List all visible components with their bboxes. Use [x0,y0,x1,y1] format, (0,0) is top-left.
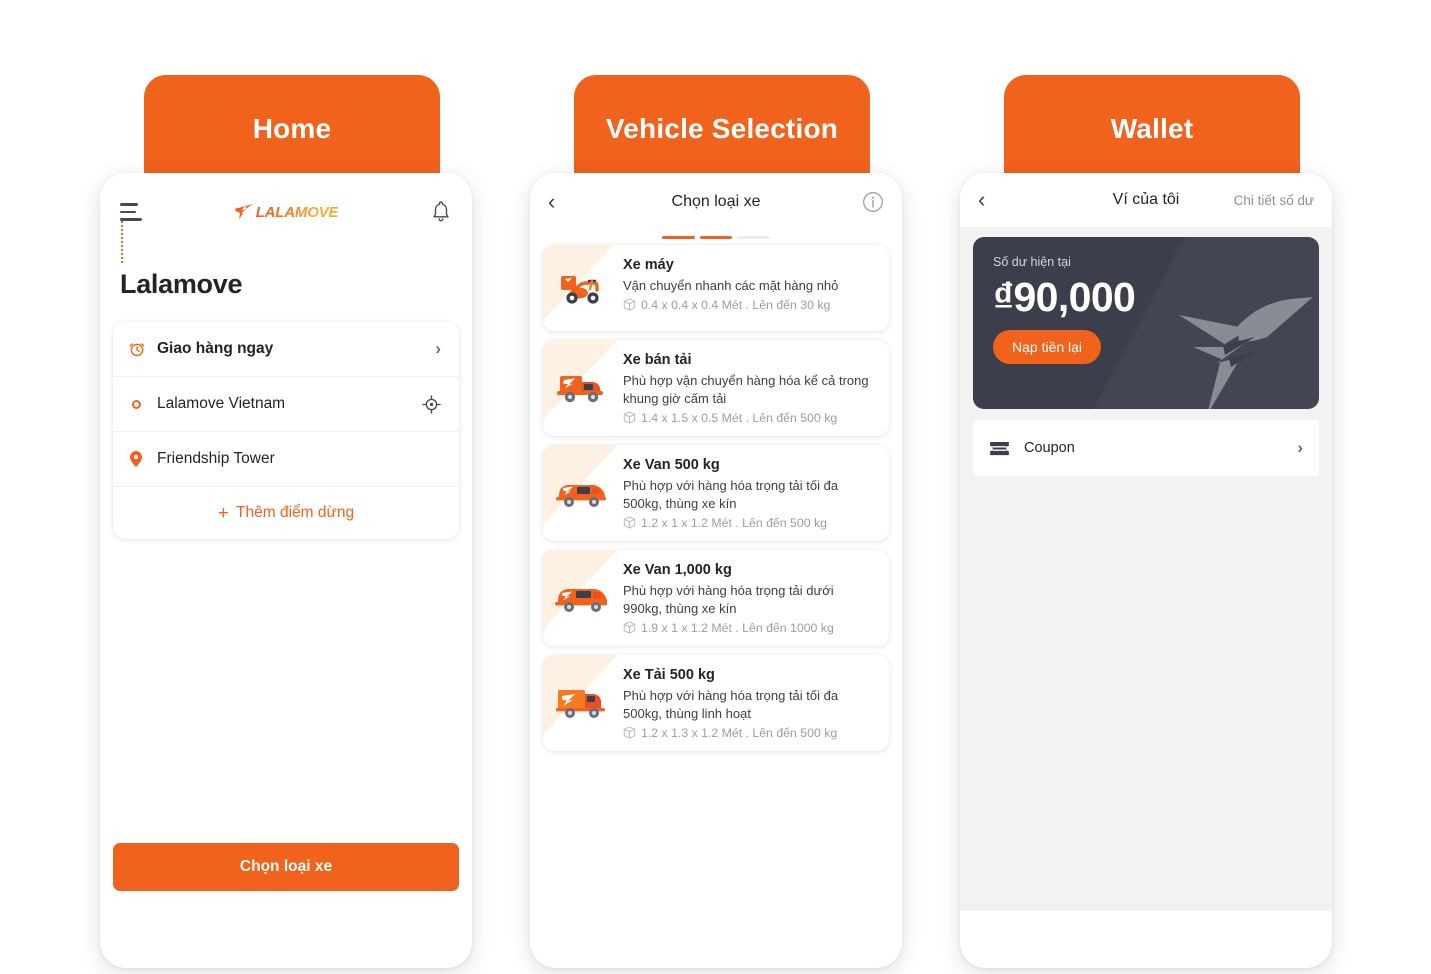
vehicle-name: Xe Tải 500 kg [623,666,715,683]
vehicle-page-title: Chọn loại xe [671,193,761,210]
vehicle-thumb [543,654,621,751]
vehicle-name: Xe bán tải [623,352,692,368]
route-row-instant-delivery[interactable]: Giao hàng ngay › [113,322,459,377]
route-row-pickup[interactable]: Lalamove Vietnam [113,377,459,432]
chevron-left-icon[interactable]: ‹ [548,191,570,213]
vehicle-spec-row: 1.9 x 1 x 1.2 Mét . Lên đến 1000 kg [623,621,875,635]
progress-segment-3 [737,236,771,239]
route-instant-label: Giao hàng ngay [157,340,274,357]
vehicle-thumb [543,444,621,541]
vehicle-card-box-truck[interactable]: Xe Tải 500 kg Phù hợp với hàng hóa trọng… [543,654,889,751]
van-large-icon [555,588,607,612]
vehicle-thumb [543,245,621,331]
box-truck-icon [556,689,605,718]
info-circle-icon[interactable] [862,191,884,213]
vehicle-topbar: ‹ Chọn loại xe [530,173,902,231]
vehicle-spec-text: 1.4 x 1.5 x 0.5 Mét . Lên đến 500 kg [641,410,838,425]
route-row-dropoff[interactable]: Friendship Tower [113,432,459,487]
coupon-row[interactable]: Coupon › [973,420,1319,476]
vehicle-name: Xe Van 500 kg [623,456,720,473]
lalamove-wordmark: LALAMOVE [255,203,339,221]
hummingbird-icon [234,203,253,220]
vehicle-info: Xe máy Vận chuyển nhanh các mặt hàng nhỏ… [621,245,889,331]
phone-screen-wallet: ‹ Ví của tôi Chi tiết số dư Số dư hiện t… [960,173,1332,968]
vehicle-description: Phù hợp với hàng hóa trọng tải dưới 990k… [623,582,834,616]
balance-detail-link[interactable]: Chi tiết số dư [1234,193,1314,208]
vehicle-card-motorbike[interactable]: Xe máy Vận chuyển nhanh các mặt hàng nhỏ… [543,245,889,331]
vehicle-spec-text: 0.4 x 0.4 x 0.4 Mét . Lên đến 30 kg [641,297,831,312]
pickup-truck-icon [557,375,603,403]
bell-icon[interactable] [430,200,452,224]
crosshair-target-icon[interactable] [422,394,441,414]
vehicle-info: Xe bán tải Phù hợp vận chuyển hàng hóa k… [621,340,889,436]
route-card: Giao hàng ngay › Lalamove Vietnam Friend… [113,221,459,539]
wallet-topbar: ‹ Ví của tôi Chi tiết số dư [960,173,1332,227]
vehicle-spec-row: 1.2 x 1 x 1.2 Mét . Lên đến 500 kg [623,516,875,530]
balance-amount: ₫90,000 [993,274,1136,320]
phone-screen-vehicle: ‹ Chọn loại xe Xe máy Vận chuyển nhanh c… [530,173,902,968]
progress-segment-1 [662,236,695,239]
box-icon [623,516,636,529]
vehicle-spec-row: 0.4 x 0.4 x 0.4 Mét . Lên đến 30 kg [623,298,875,312]
vehicle-spec-text: 1.2 x 1 x 1.2 Mét . Lên đến 500 kg [641,515,827,530]
vehicle-description: Phù hợp với hàng hóa trọng tải tối đa 50… [623,477,839,511]
vehicle-card-van-1000[interactable]: Xe Van 1,000 kg Phù hợp với hàng hóa trọ… [543,549,889,646]
progress-segment-2 [699,236,733,239]
add-stop-button[interactable]: + Thêm điểm dừng [113,487,459,539]
chevron-right-icon[interactable]: › [1297,438,1303,458]
vehicle-card-van-500[interactable]: Xe Van 500 kg Phù hợp với hàng hóa trọng… [543,444,889,541]
van-icon [556,484,606,507]
vehicle-spec-text: 1.9 x 1 x 1.2 Mét . Lên đến 1000 kg [641,620,834,635]
route-pickup-label: Lalamove Vietnam [157,395,286,412]
box-icon [623,298,636,312]
vehicle-name: Xe Van 1,000 kg [623,561,732,578]
ticket-icon [990,441,1009,455]
lalamove-logo: LALAMOVE [234,203,339,221]
chevron-left-icon[interactable]: ‹ [978,189,1000,211]
vehicle-name: Xe máy [623,257,674,273]
chevron-right-icon[interactable]: › [435,339,441,359]
vehicle-spec-row: 1.4 x 1.5 x 0.5 Mét . Lên đến 500 kg [623,411,875,425]
vehicle-thumb [543,340,621,436]
hamburger-icon[interactable] [120,203,142,221]
add-stop-label: Thêm điểm dừng [236,504,355,521]
vehicle-info: Xe Van 500 kg Phù hợp với hàng hóa trọng… [621,445,889,541]
map-pin-icon [129,451,153,467]
box-icon [623,621,636,634]
box-icon [623,726,636,739]
motorbike-icon [561,276,599,304]
screenshot-stage: Home LALAMOVE Lalamove Giao hàng ngay › … [0,0,1431,974]
select-vehicle-button[interactable]: Chọn loại xe [113,843,459,891]
circle-dot-icon [129,399,153,409]
phone-screen-home: LALAMOVE Lalamove Giao hàng ngay › Lalam… [100,173,472,968]
topup-button[interactable]: Nạp tiền lại [993,330,1102,365]
vehicle-list: Xe máy Vận chuyển nhanh các mặt hàng nhỏ… [530,239,902,751]
coupon-label: Coupon [1024,440,1075,456]
vehicle-description: Phù hợp với hàng hóa trọng tải tối đa 50… [623,687,839,721]
alarm-clock-icon [129,341,153,357]
tab-title-vehicle: Vehicle Selection [605,113,839,144]
vehicle-description: Phù hợp vận chuyển hàng hóa kể cả trong … [623,373,869,406]
vehicle-thumb [543,549,621,646]
balance-label: Số dư hiện tại [993,255,1071,269]
page-title: Lalamove [120,269,243,299]
vehicle-description: Vận chuyển nhanh các mặt hàng nhỏ [623,278,839,293]
plus-icon: + [217,502,230,524]
balance-card: Số dư hiện tại ₫90,000 Nạp tiền lại [973,237,1319,409]
wallet-body: Số dư hiện tại ₫90,000 Nạp tiền lại Coup… [960,227,1332,911]
vehicle-info: Xe Van 1,000 kg Phù hợp với hàng hóa trọ… [621,550,889,646]
tab-title-home: Home [252,113,332,144]
route-dropoff-label: Friendship Tower [157,450,275,467]
vehicle-spec-text: 1.2 x 1.3 x 1.2 Mét . Lên đến 500 kg [641,725,838,740]
vehicle-card-pickup-truck[interactable]: Xe bán tải Phù hợp vận chuyển hàng hóa k… [543,340,889,436]
vehicle-spec-row: 1.2 x 1.3 x 1.2 Mét . Lên đến 500 kg [623,726,875,740]
tab-title-wallet: Wallet [1110,113,1194,144]
home-topbar: LALAMOVE [100,173,472,251]
vehicle-info: Xe Tải 500 kg Phù hợp với hàng hóa trọng… [621,655,889,751]
box-icon [623,411,636,424]
progress-segment-indicator [662,236,771,239]
